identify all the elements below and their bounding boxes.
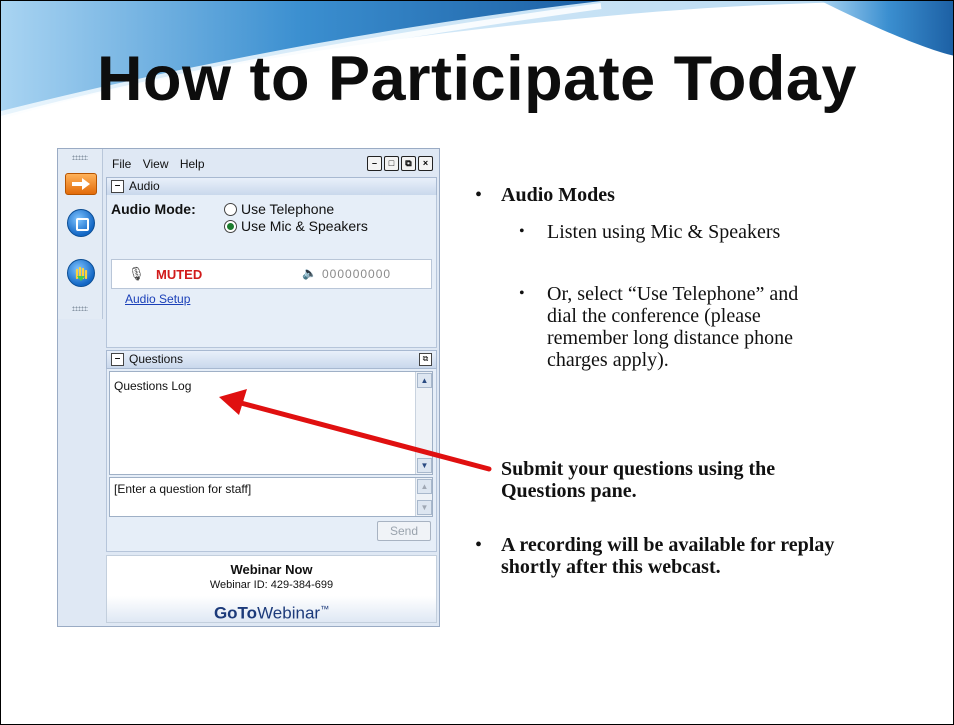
bullet-audio-modes: Audio Modes [501,184,615,206]
bullet-listen-mic: Listen using Mic & Speakers [547,221,781,243]
bullet-dot: • [519,285,525,302]
bullet-recording: A recording will be available for replay… [501,534,835,578]
bullet-dot: • [519,223,525,240]
bullet-dot: • [475,534,483,556]
bullet-submit-questions: Submit your questions using the Question… [501,458,776,502]
bullet-dot: • [475,184,483,206]
bullet-use-telephone: Or, select “Use Telephone” and dial the … [547,283,799,371]
bullet-list: • Audio Modes • Listen using Mic & Speak… [1,1,953,724]
slide: How to Participate Today File View Help [0,0,954,725]
